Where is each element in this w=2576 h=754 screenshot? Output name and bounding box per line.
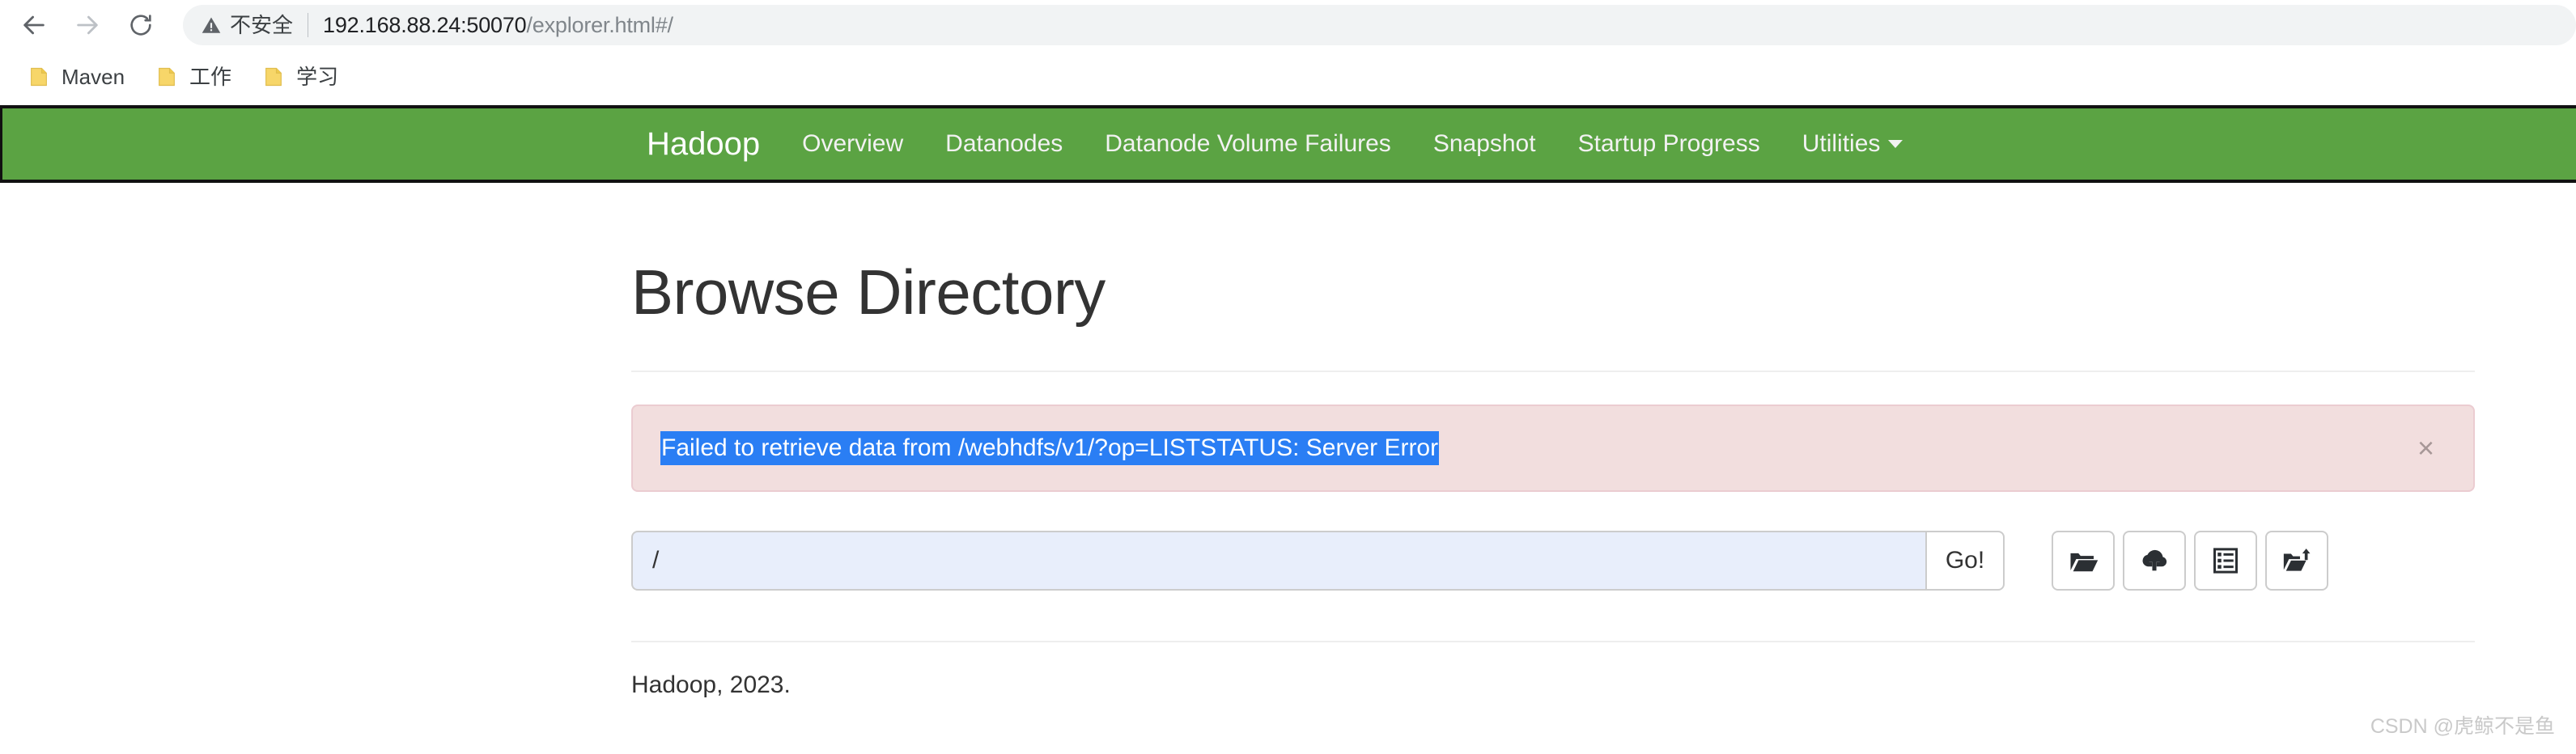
navbar-items: Hadoop Overview Datanodes Datanode Volum…: [626, 108, 1924, 180]
folder-icon: [155, 66, 178, 88]
site-security-indicator[interactable]: 不安全: [201, 15, 293, 36]
bookmark-item-maven[interactable]: Maven: [18, 59, 134, 95]
path-input[interactable]: [631, 531, 1925, 591]
folder-icon: [28, 66, 50, 88]
clipboard-list-icon: [2211, 546, 2240, 575]
hadoop-navbar: Hadoop Overview Datanodes Datanode Volum…: [0, 105, 2576, 183]
browser-toolbar: 不安全 192.168.88.24:50070/explorer.html#/: [0, 0, 2576, 50]
bookmarks-bar: Maven 工作 学习: [0, 50, 2576, 104]
footer-text: Hadoop, 2023.: [631, 671, 791, 698]
url-path: /explorer.html#/: [526, 12, 673, 37]
url-text[interactable]: 192.168.88.24:50070/explorer.html#/: [323, 13, 673, 38]
bookmark-label: Maven: [62, 65, 125, 89]
close-icon[interactable]: ×: [2413, 433, 2439, 464]
nav-link-snapshot[interactable]: Snapshot: [1412, 132, 1557, 156]
browse-directory-button[interactable]: [2052, 531, 2115, 591]
cloud-upload-icon: [2139, 545, 2170, 576]
bookmark-label: 学习: [296, 65, 339, 89]
upload-file-button[interactable]: [2123, 531, 2186, 591]
file-list-button[interactable]: [2194, 531, 2257, 591]
cut-paste-button[interactable]: [2265, 531, 2328, 591]
error-alert: Failed to retrieve data from /webhdfs/v1…: [631, 405, 2475, 492]
arrow-right-icon: [74, 11, 101, 39]
nav-link-utilities-label: Utilities: [1802, 130, 1881, 157]
security-label: 不安全: [230, 13, 294, 37]
nav-link-datanode-volume-failures[interactable]: Datanode Volume Failures: [1084, 132, 1412, 156]
file-action-buttons: [2052, 531, 2336, 591]
title-divider: [631, 371, 2475, 372]
navbar-brand-hadoop[interactable]: Hadoop: [626, 128, 781, 160]
go-button[interactable]: Go!: [1925, 531, 2005, 591]
page-title: Browse Directory: [631, 256, 1106, 328]
bookmark-item-study[interactable]: 学习: [253, 59, 348, 95]
reload-icon: [128, 12, 154, 38]
forward-button[interactable]: [63, 1, 112, 49]
open-folder-icon: [2068, 545, 2099, 576]
nav-link-datanodes[interactable]: Datanodes: [924, 132, 1084, 156]
bookmark-label: 工作: [189, 65, 232, 89]
chevron-down-icon: [1888, 140, 1903, 148]
page-content: Browse Directory Failed to retrieve data…: [0, 183, 2576, 754]
content-container: Browse Directory Failed to retrieve data…: [631, 183, 2476, 697]
path-input-group: Go!: [631, 531, 2005, 591]
address-bar[interactable]: 不安全 192.168.88.24:50070/explorer.html#/: [183, 5, 2576, 45]
url-host: 192.168.88.24:50070: [323, 12, 527, 37]
nav-link-startup-progress[interactable]: Startup Progress: [1557, 132, 1781, 156]
footer-divider: [631, 641, 2475, 642]
bookmark-item-work[interactable]: 工作: [146, 59, 241, 95]
browser-chrome: 不安全 192.168.88.24:50070/explorer.html#/ …: [0, 0, 2576, 104]
folder-icon: [262, 66, 285, 88]
back-button[interactable]: [10, 1, 58, 49]
path-navigation-row: Go!: [631, 531, 2476, 591]
arrow-left-icon: [20, 11, 48, 39]
reload-button[interactable]: [117, 1, 165, 49]
watermark: CSDN @虎鲸不是鱼: [2370, 715, 2555, 738]
error-alert-message: Failed to retrieve data from /webhdfs/v1…: [660, 431, 1440, 465]
nav-link-overview[interactable]: Overview: [781, 132, 924, 156]
folder-upload-icon: [2281, 545, 2312, 576]
nav-link-utilities[interactable]: Utilities: [1781, 132, 1925, 156]
warning-triangle-icon: [201, 15, 222, 36]
